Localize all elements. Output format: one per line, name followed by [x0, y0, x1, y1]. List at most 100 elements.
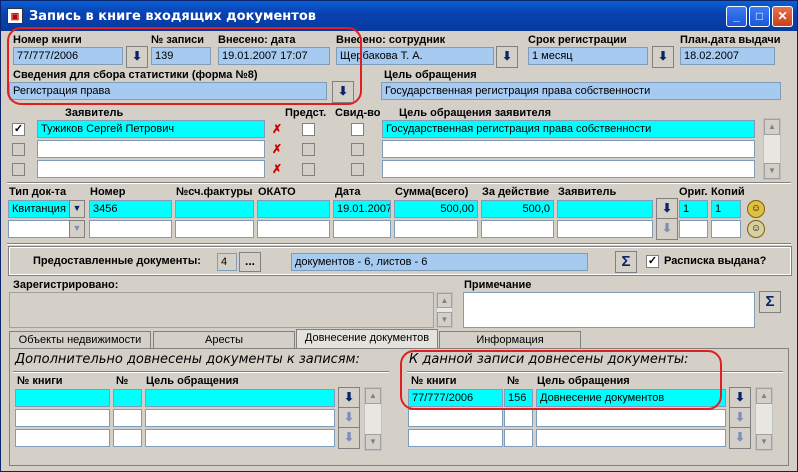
doc-applicant-field[interactable] — [557, 200, 653, 218]
delete-person-icon[interactable]: ✗ — [269, 160, 285, 178]
repr-checkbox-1[interactable] — [302, 123, 315, 136]
sigma-icon[interactable]: Σ — [615, 251, 637, 273]
doc-okato-field[interactable] — [257, 200, 330, 218]
tab-arrests[interactable]: Аресты — [153, 331, 295, 349]
registered-field — [9, 292, 434, 328]
registered-scrollbar[interactable]: ▲ ▼ — [436, 292, 453, 328]
scroll-up-icon[interactable]: ▲ — [764, 119, 780, 135]
chevron-down-icon[interactable]: ▼ — [69, 220, 85, 238]
left-purpose-field-2[interactable] — [145, 409, 335, 427]
repr-checkbox-2[interactable] — [302, 143, 315, 156]
doc-sum-field-2[interactable] — [394, 220, 478, 238]
scroll-down-icon[interactable]: ▼ — [365, 434, 381, 450]
applicant-purpose-3[interactable] — [382, 160, 755, 178]
doc-type-select[interactable]: Квитанция — [8, 200, 70, 218]
chevron-down-icon[interactable]: ▼ — [69, 200, 85, 218]
applicant-name-1[interactable]: Тужиков Сергей Петрович — [37, 120, 265, 138]
receipt-checkbox[interactable]: ✓ — [646, 255, 659, 268]
applicant-name-3[interactable] — [37, 160, 265, 178]
doc-invoice-field-2[interactable] — [175, 220, 254, 238]
close-button[interactable]: ✕ — [772, 6, 793, 27]
right-dropdown-icon-3[interactable]: ⬇ — [729, 427, 751, 449]
scroll-up-icon[interactable]: ▲ — [437, 293, 452, 308]
right-no-field-3[interactable] — [504, 429, 533, 447]
cert-checkbox-3[interactable] — [351, 163, 364, 176]
doc-okato-field-2[interactable] — [257, 220, 330, 238]
delete-person-icon[interactable]: ✗ — [269, 140, 285, 158]
applicant-purpose-2[interactable] — [382, 140, 755, 158]
entered-by-dropdown-icon[interactable]: ⬇ — [496, 46, 518, 68]
cert-checkbox-2[interactable] — [351, 143, 364, 156]
right-book-field-3[interactable] — [408, 429, 503, 447]
sigma-icon[interactable]: Σ — [759, 291, 781, 313]
doc-applicant-dropdown-icon-2[interactable]: ⬇ — [656, 218, 678, 240]
provided-more-button[interactable]: ... — [239, 252, 261, 272]
scroll-up-icon[interactable]: ▲ — [756, 388, 772, 404]
left-no-field-3[interactable] — [113, 429, 142, 447]
term-field[interactable]: 1 месяц — [528, 47, 648, 65]
right-dropdown-icon-1[interactable]: ⬇ — [729, 387, 751, 409]
doc-copies-field[interactable]: 1 — [711, 200, 741, 218]
doc-type-select-2[interactable] — [8, 220, 70, 238]
doc-applicant-field-2[interactable] — [557, 220, 653, 238]
doc-action-field-2[interactable] — [481, 220, 554, 238]
right-scrollbar[interactable]: ▲ ▼ — [755, 387, 773, 451]
doc-date-field[interactable]: 19.01.2007 — [333, 200, 391, 218]
left-no-field-2[interactable] — [113, 409, 142, 427]
minimize-button[interactable]: _ — [726, 6, 747, 27]
doc-sum-field[interactable]: 500,00 — [394, 200, 478, 218]
doc-copies-field-2[interactable] — [711, 220, 741, 238]
right-dropdown-icon-2[interactable]: ⬇ — [729, 407, 751, 429]
plan-date-field[interactable]: 18.02.2007 — [680, 47, 775, 65]
delete-person-icon[interactable]: ✗ — [269, 120, 285, 138]
left-purpose-field-1[interactable] — [145, 389, 335, 407]
left-book-field-1[interactable] — [15, 389, 110, 407]
left-book-field-3[interactable] — [15, 429, 110, 447]
left-scrollbar[interactable]: ▲ ▼ — [364, 387, 382, 451]
doc-number-field-2[interactable] — [89, 220, 172, 238]
left-dropdown-icon-1[interactable]: ⬇ — [338, 387, 360, 409]
right-purpose-field-3[interactable] — [536, 429, 726, 447]
doc-orig-field-2[interactable] — [679, 220, 708, 238]
left-book-field-2[interactable] — [15, 409, 110, 427]
repr-checkbox-3[interactable] — [302, 163, 315, 176]
doc-invoice-field[interactable] — [175, 200, 254, 218]
col-copies: Копий — [711, 186, 745, 198]
applicant-name-2[interactable] — [37, 140, 265, 158]
scroll-up-icon[interactable]: ▲ — [365, 388, 381, 404]
smiley-icon[interactable]: ☺ — [747, 220, 765, 238]
purpose-field[interactable]: Государственная регистрация права собств… — [381, 82, 781, 100]
applicant-checkbox-3[interactable] — [12, 163, 25, 176]
receipt-label: Расписка выдана? — [664, 255, 767, 267]
highlight-top — [7, 27, 362, 105]
applicants-scrollbar[interactable]: ▲ ▼ — [763, 118, 781, 180]
doc-orig-field[interactable]: 1 — [679, 200, 708, 218]
doc-date-field-2[interactable] — [333, 220, 391, 238]
scroll-down-icon[interactable]: ▼ — [764, 163, 780, 179]
smiley-icon[interactable]: ☺ — [747, 200, 765, 218]
scroll-down-icon[interactable]: ▼ — [437, 312, 452, 327]
right-purpose-field-2[interactable] — [536, 409, 726, 427]
applicant-checkbox-1[interactable]: ✓ — [12, 123, 25, 136]
doc-action-field[interactable]: 500,0 — [481, 200, 554, 218]
cert-checkbox-1[interactable] — [351, 123, 364, 136]
maximize-button[interactable]: □ — [749, 6, 770, 27]
tab-info[interactable]: Информация — [439, 331, 581, 349]
applicant-checkbox-2[interactable] — [12, 143, 25, 156]
note-label: Примечание — [464, 279, 532, 291]
applicant-purpose-1[interactable]: Государственная регистрация права собств… — [382, 120, 755, 138]
doc-number-field[interactable]: 3456 — [89, 200, 172, 218]
note-field[interactable] — [463, 292, 755, 328]
left-no-field-1[interactable] — [113, 389, 142, 407]
divider — [13, 371, 389, 373]
tab-real-estate[interactable]: Объекты недвижимости — [9, 331, 151, 349]
tab-additional-docs[interactable]: Довнесение документов — [296, 329, 438, 349]
term-dropdown-icon[interactable]: ⬇ — [652, 46, 674, 68]
scroll-down-icon[interactable]: ▼ — [756, 434, 772, 450]
left-dropdown-icon-3[interactable]: ⬇ — [338, 427, 360, 449]
right-book-field-2[interactable] — [408, 409, 503, 427]
right-no-field-2[interactable] — [504, 409, 533, 427]
doc-applicant-dropdown-icon[interactable]: ⬇ — [656, 198, 678, 220]
left-purpose-field-3[interactable] — [145, 429, 335, 447]
left-dropdown-icon-2[interactable]: ⬇ — [338, 407, 360, 429]
